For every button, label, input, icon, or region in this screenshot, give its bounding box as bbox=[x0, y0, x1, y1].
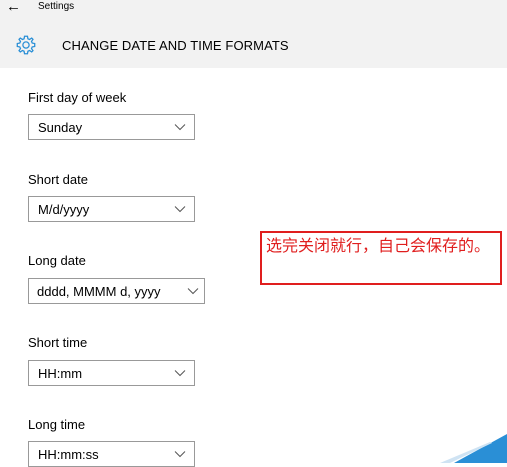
back-arrow-icon[interactable]: ← bbox=[6, 0, 28, 16]
annotation-note: 选完关闭就行，自己会保存的。 bbox=[260, 231, 502, 285]
first-day-of-week-dropdown[interactable]: Sunday bbox=[28, 114, 195, 140]
chevron-down-icon bbox=[174, 370, 186, 377]
long-date-value: dddd, MMMM d, yyyy bbox=[37, 284, 161, 299]
long-date-label: Long date bbox=[28, 253, 86, 268]
decorative-corner-shape bbox=[440, 434, 507, 463]
chevron-down-icon bbox=[174, 451, 186, 458]
short-time-label: Short time bbox=[28, 335, 88, 350]
page-title: CHANGE DATE AND TIME FORMATS bbox=[62, 38, 289, 53]
first-day-of-week-label: First day of week bbox=[28, 90, 127, 105]
chevron-down-icon bbox=[174, 124, 186, 131]
short-time-value: HH:mm bbox=[38, 366, 83, 381]
app-title: Settings bbox=[38, 1, 75, 12]
title-bar: ← Settings CHANGE DATE AND TIME FORMATS bbox=[0, 0, 507, 68]
long-time-label: Long time bbox=[28, 417, 86, 432]
long-time-dropdown[interactable]: HH:mm:ss bbox=[28, 441, 195, 467]
short-time-dropdown[interactable]: HH:mm bbox=[28, 360, 195, 386]
short-date-label: Short date bbox=[28, 172, 88, 187]
chevron-down-icon bbox=[174, 206, 186, 213]
long-time-value: HH:mm:ss bbox=[38, 447, 99, 462]
long-date-dropdown[interactable]: dddd, MMMM d, yyyy bbox=[28, 278, 205, 304]
gear-icon bbox=[16, 35, 36, 55]
first-day-of-week-value: Sunday bbox=[38, 120, 83, 135]
short-date-dropdown[interactable]: M/d/yyyy bbox=[28, 196, 195, 222]
chevron-down-icon bbox=[187, 288, 199, 295]
short-date-value: M/d/yyyy bbox=[38, 202, 90, 217]
